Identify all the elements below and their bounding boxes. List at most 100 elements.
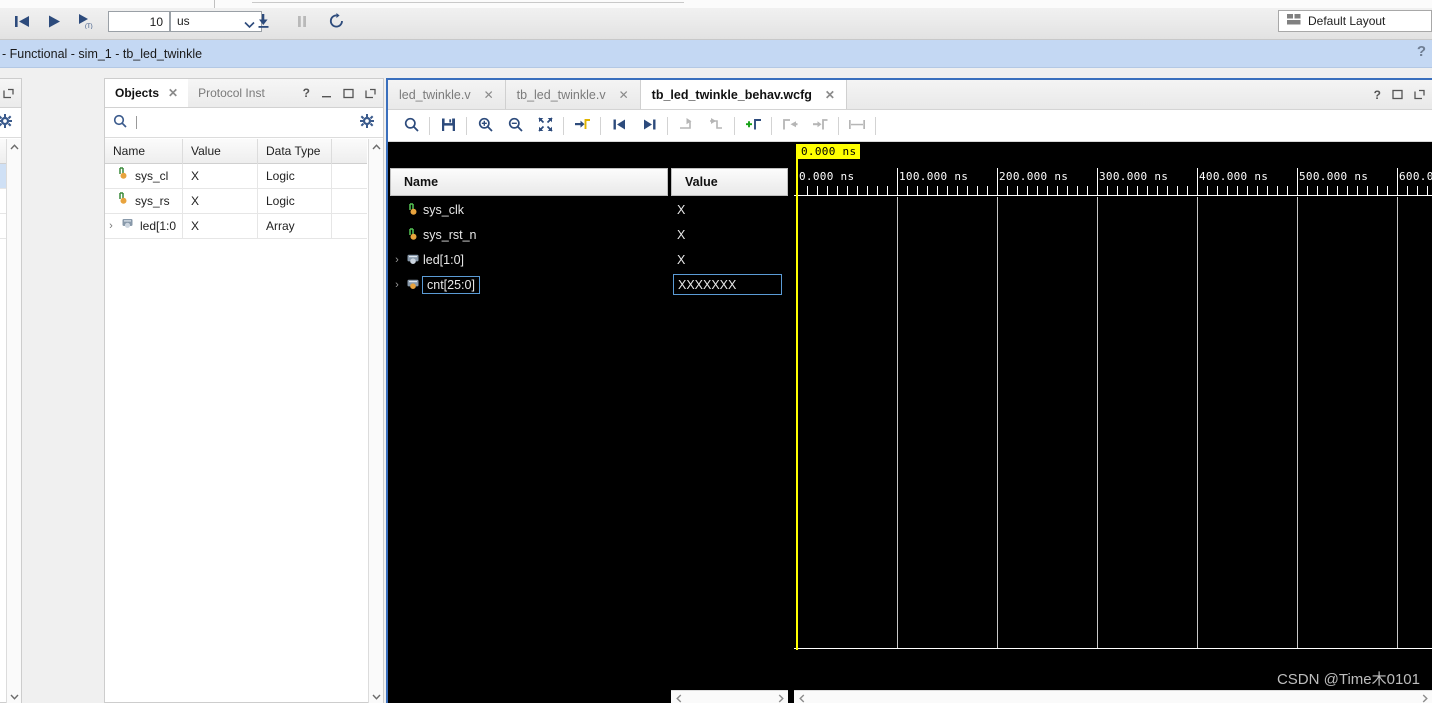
ruler-minor-tick bbox=[1247, 186, 1248, 195]
toolbar-separator bbox=[667, 116, 668, 135]
maximize-icon[interactable] bbox=[1392, 89, 1403, 100]
run-time-input[interactable] bbox=[108, 11, 170, 32]
minimize-icon[interactable] bbox=[321, 88, 332, 99]
ruler-minor-tick bbox=[1417, 186, 1418, 195]
scroll-down-icon[interactable] bbox=[369, 689, 383, 703]
list-item[interactable]: sys_rst_n bbox=[390, 222, 668, 247]
previous-transition-button[interactable] bbox=[604, 113, 634, 139]
scroll-right-icon[interactable] bbox=[1417, 691, 1432, 703]
zoom-out-button[interactable] bbox=[500, 113, 530, 139]
zoom-in-button[interactable] bbox=[470, 113, 500, 139]
table-row[interactable]: › led[1:0 X Array bbox=[105, 214, 367, 239]
run-all-button[interactable] bbox=[40, 9, 68, 33]
previous-transition-icon bbox=[612, 117, 627, 135]
objects-column-datatype[interactable]: Data Type bbox=[258, 138, 332, 164]
next-transition-button[interactable] bbox=[634, 113, 664, 139]
ruler-minor-tick bbox=[1027, 186, 1028, 195]
ruler-minor-tick bbox=[1047, 186, 1048, 195]
break-button[interactable] bbox=[288, 9, 316, 33]
run-for-time-button[interactable]: (T) bbox=[72, 9, 100, 33]
value-column-hscrollbar[interactable] bbox=[671, 690, 788, 703]
scroll-left-icon[interactable] bbox=[794, 691, 809, 703]
ruler-minor-tick bbox=[1007, 186, 1008, 195]
list-item[interactable]: sys_clk bbox=[390, 197, 668, 222]
tab-protocol-inst[interactable]: Protocol Inst bbox=[188, 79, 275, 107]
save-waveform-button[interactable] bbox=[433, 113, 463, 139]
tab-tb-led-twinkle-v[interactable]: tb_led_twinkle.v ✕ bbox=[506, 80, 641, 109]
scroll-up-icon[interactable] bbox=[7, 139, 21, 154]
ruler-minor-tick bbox=[1177, 186, 1178, 195]
help-icon[interactable]: ? bbox=[1417, 43, 1426, 60]
objects-cell-datatype: Logic bbox=[258, 164, 332, 188]
float-icon[interactable] bbox=[365, 88, 376, 99]
float-icon[interactable] bbox=[3, 88, 14, 99]
help-icon[interactable]: ? bbox=[1374, 88, 1381, 102]
float-icon[interactable] bbox=[1414, 89, 1425, 100]
objects-column-spacer bbox=[332, 139, 367, 164]
time-ruler[interactable]: 0.000 ns 100.000 ns 200.000 ns 300.000 n… bbox=[794, 168, 1432, 196]
ruler-minor-tick bbox=[1147, 186, 1148, 195]
next-marker-button bbox=[701, 113, 731, 139]
zoom-fit-button[interactable] bbox=[530, 113, 560, 139]
tab-led-twinkle-v[interactable]: led_twinkle.v ✕ bbox=[388, 80, 506, 109]
expand-icon[interactable]: › bbox=[390, 254, 404, 266]
maximize-icon[interactable] bbox=[343, 88, 354, 99]
ruler-minor-tick bbox=[837, 186, 838, 195]
previous-marker-icon bbox=[678, 117, 694, 135]
layout-selector-label: Default Layout bbox=[1308, 14, 1386, 28]
objects-vertical-scrollbar[interactable] bbox=[368, 139, 383, 703]
scroll-up-icon[interactable] bbox=[369, 139, 383, 154]
table-row[interactable]: sys_rs X Logic bbox=[105, 189, 367, 214]
tab-objects[interactable]: Objects ✕ bbox=[105, 79, 189, 107]
restart-simulation-button[interactable] bbox=[8, 9, 36, 33]
relaunch-simulation-button[interactable] bbox=[322, 9, 350, 33]
gear-icon[interactable] bbox=[0, 114, 12, 131]
main-cursor[interactable] bbox=[796, 144, 798, 650]
objects-column-name[interactable]: Name bbox=[105, 138, 183, 164]
objects-cell-datatype: Array bbox=[258, 214, 332, 238]
table-row[interactable]: sys_cl X Logic bbox=[105, 164, 367, 189]
toolbar-separator bbox=[466, 116, 467, 135]
help-icon[interactable]: ? bbox=[303, 86, 310, 100]
ruler-label: 100.000 ns bbox=[899, 170, 969, 183]
waveform-bottom-rule bbox=[794, 648, 1432, 649]
gear-icon[interactable] bbox=[360, 114, 374, 131]
waveform-search-button[interactable] bbox=[396, 113, 426, 139]
search-input[interactable] bbox=[141, 115, 360, 130]
time-unit-select[interactable]: us bbox=[170, 11, 262, 32]
list-item[interactable]: › led[1:0] bbox=[390, 247, 668, 272]
ruler-minor-tick bbox=[847, 186, 848, 195]
go-to-time-button[interactable] bbox=[567, 113, 597, 139]
snap-to-right-icon bbox=[812, 117, 828, 135]
objects-column-value[interactable]: Value bbox=[183, 138, 258, 164]
scroll-down-icon[interactable] bbox=[7, 689, 21, 703]
waveform-value-column-header[interactable]: Value bbox=[671, 168, 788, 196]
objects-panel-header: Objects ✕ Protocol Inst ? bbox=[105, 79, 383, 108]
expand-icon[interactable]: › bbox=[106, 214, 116, 238]
tab-label: led_twinkle.v bbox=[399, 87, 471, 102]
expand-icon[interactable]: › bbox=[390, 279, 404, 291]
list-item[interactable]: › cnt[25:0] bbox=[390, 272, 668, 297]
tab-protocol-inst-label: Protocol Inst bbox=[198, 86, 265, 100]
add-marker-button[interactable] bbox=[738, 113, 768, 139]
close-icon[interactable]: ✕ bbox=[484, 88, 494, 102]
close-icon[interactable]: ✕ bbox=[619, 88, 629, 102]
objects-cell-value: X bbox=[183, 214, 258, 238]
layout-selector[interactable]: Default Layout bbox=[1278, 10, 1432, 32]
tab-tb-led-twinkle-behav-wcfg[interactable]: tb_led_twinkle_behav.wcfg ✕ bbox=[640, 80, 847, 109]
scroll-right-icon[interactable] bbox=[773, 691, 788, 703]
close-icon[interactable]: ✕ bbox=[825, 88, 835, 102]
step-button[interactable] bbox=[252, 9, 280, 33]
waveform-hscrollbar[interactable] bbox=[794, 690, 1432, 703]
waveform-name-column-header[interactable]: Name bbox=[390, 168, 668, 196]
signal-value: X bbox=[677, 202, 686, 217]
toolbar-divider bbox=[252, 2, 684, 3]
logic-signal-icon bbox=[404, 228, 423, 241]
signal-name-label: sys_rst_n bbox=[423, 227, 477, 242]
ruler-minor-tick bbox=[1087, 186, 1088, 195]
waveform-canvas[interactable]: 0.000 ns 0.000 ns 100.000 ns 200.000 ns … bbox=[794, 142, 1432, 703]
scope-vertical-scrollbar[interactable] bbox=[6, 139, 21, 703]
search-icon[interactable] bbox=[113, 114, 127, 131]
close-icon[interactable]: ✕ bbox=[168, 86, 178, 100]
scroll-left-icon[interactable] bbox=[671, 691, 686, 703]
